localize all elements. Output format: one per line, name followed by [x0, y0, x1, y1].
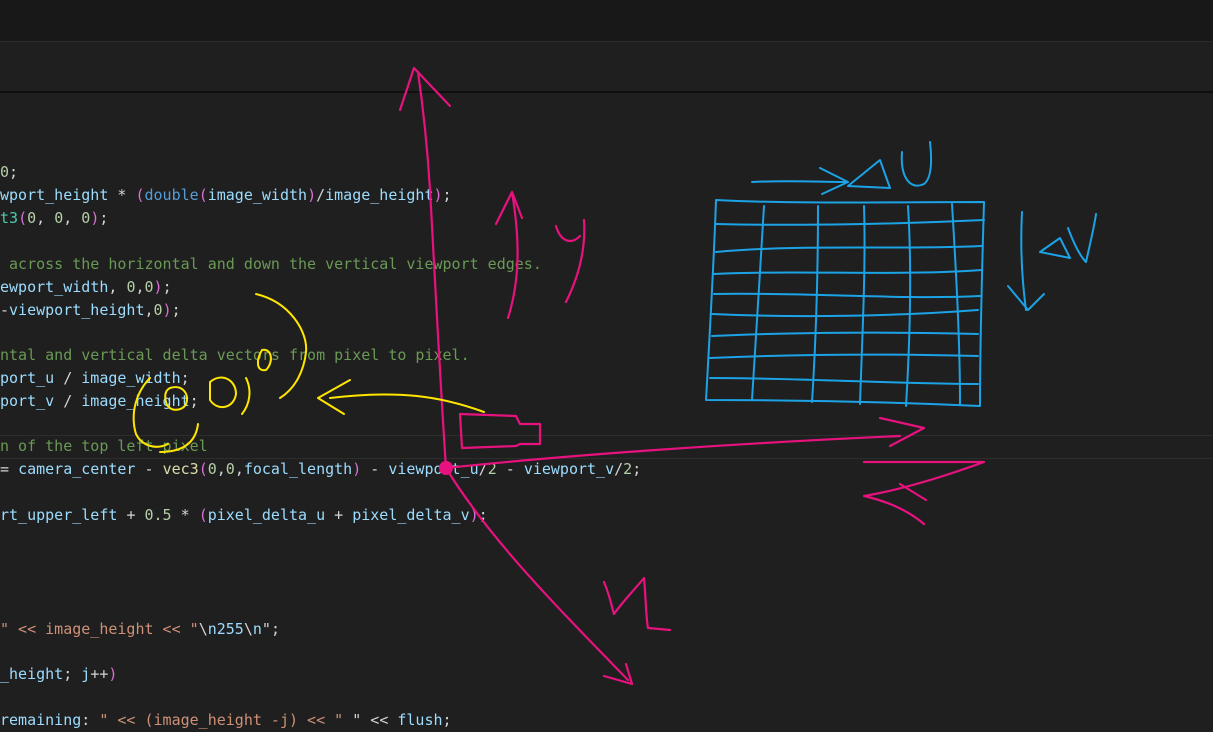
code-line-6[interactable]: port_u / image_width;	[0, 367, 190, 390]
code-line-10[interactable]: " << image_height << "\n255\n";	[0, 618, 280, 641]
tab-strip[interactable]	[0, 42, 1213, 93]
code-comment-3[interactable]: n of the top left pixel	[0, 435, 208, 458]
code-line-2[interactable]: wport_height * (double(image_width)/imag…	[0, 184, 452, 207]
code-line-7[interactable]: port_v / image_height;	[0, 390, 199, 413]
code-line-12[interactable]: remaining: " << (image_height -j) << " "…	[0, 709, 452, 732]
code-line-11[interactable]: _height; j++)	[0, 663, 117, 686]
code-line-4[interactable]: ewport_width, 0,0);	[0, 276, 172, 299]
title-bar	[0, 0, 1213, 42]
code-line-1[interactable]: 0;	[0, 161, 18, 184]
code-line-5[interactable]: -viewport_height,0);	[0, 299, 181, 322]
code-line-9[interactable]: rt_upper_left + 0.5 * (pixel_delta_u + p…	[0, 504, 488, 527]
code-comment-1[interactable]: across the horizontal and down the verti…	[0, 253, 542, 276]
code-comment-2[interactable]: ntal and vertical delta vectors from pix…	[0, 344, 470, 367]
code-line-3[interactable]: t3(0, 0, 0);	[0, 207, 108, 230]
code-line-8[interactable]: = camera_center - vec3(0,0,focal_length)…	[0, 458, 641, 481]
